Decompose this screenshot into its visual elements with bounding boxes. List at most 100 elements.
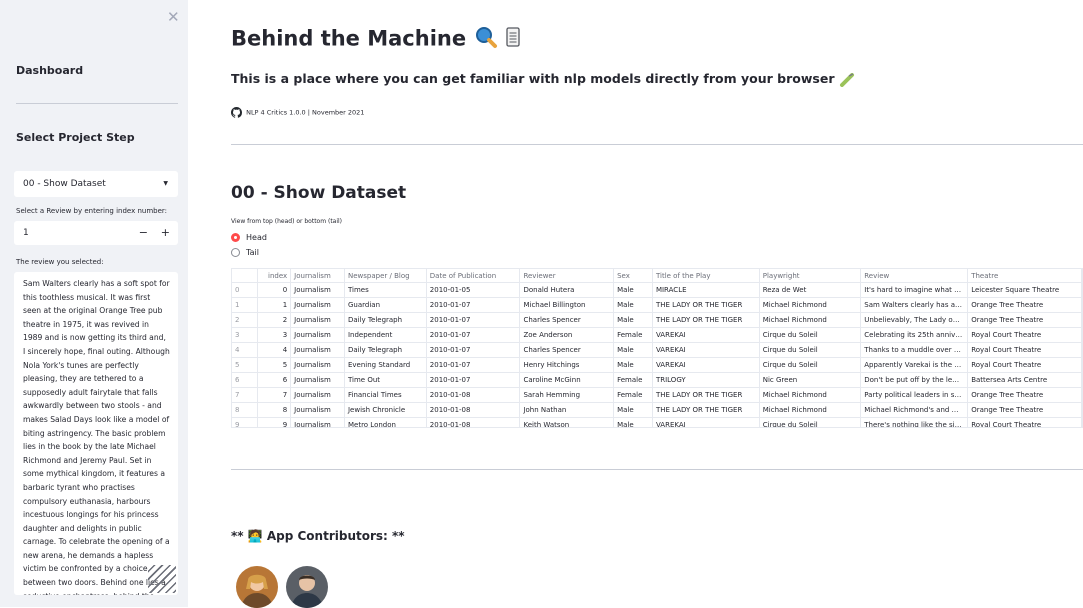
table-cell: Don't be put off by the le… (860, 372, 969, 388)
radio-tail-label: Tail (246, 248, 259, 257)
table-cell: Male (613, 402, 653, 418)
table-cell: 2010-01-07 (426, 372, 521, 388)
table-row[interactable]: 3 3 Journalism Independent 2010-01-07 Zoe And… (232, 327, 1082, 343)
column-header[interactable]: Title of the Play (652, 269, 760, 283)
table-cell: Jewish Chronicle (344, 402, 427, 418)
table-cell: Orange Tree Theatre (967, 387, 1082, 403)
table-cell: 2 (257, 312, 292, 328)
column-header[interactable]: Reviewer (519, 269, 615, 283)
table-cell: VAREKAI (652, 417, 760, 427)
column-header[interactable]: Review (860, 269, 969, 283)
review-label: The review you selected: (16, 258, 104, 266)
table-cell: Times (344, 282, 427, 298)
table-row[interactable]: 7 7 Journalism Financial Times 2010-01-08 Sar… (232, 387, 1082, 403)
table-row[interactable]: 0 0 Journalism Times 2010-01-05 Donald Hutera… (232, 282, 1082, 298)
header-divider (231, 144, 1083, 145)
table-cell: THE LADY OR THE TIGER (652, 387, 760, 403)
notepad-icon (506, 27, 520, 52)
page-title-row: Behind the Machine (231, 25, 520, 54)
review-textarea[interactable]: Sam Walters clearly has a soft spot for … (14, 272, 178, 595)
test-tube-icon (839, 71, 855, 87)
table-cell: Male (613, 312, 653, 328)
table-cell: Time Out (344, 372, 427, 388)
table-body: 0 0 Journalism Times 2010-01-05 Donald Hutera… (232, 282, 1082, 427)
table-cell: 5 (257, 357, 292, 373)
table-cell: Michael Richmond's and … (860, 402, 969, 418)
view-radio-label: View from top (head) or bottom (tail) (231, 218, 343, 225)
data-table: index Journalism Newspaper / Blog Date of P… (232, 269, 1082, 427)
decrement-button[interactable]: − (139, 221, 148, 245)
table-row[interactable]: 9 9 Journalism Metro London 2010-01-08 Keith … (232, 417, 1082, 427)
close-icon[interactable]: ✕ (167, 8, 180, 26)
contributors-heading: ** 🧑‍💻 App Contributors: ** (231, 529, 405, 543)
table-cell: MIRACLE (652, 282, 760, 298)
sidebar-dashboard-heading: Dashboard (16, 64, 84, 77)
table-cell: 2010-01-05 (426, 282, 521, 298)
column-header[interactable]: Newspaper / Blog (344, 269, 427, 283)
table-cell: Battersea Arts Centre (967, 372, 1082, 388)
table-cell: 5 (232, 357, 259, 373)
resize-handle-icon[interactable] (148, 565, 176, 593)
table-cell: Journalism (290, 417, 345, 427)
column-header[interactable] (232, 269, 259, 283)
table-cell: 9 (232, 417, 259, 427)
chevron-down-icon: ▼ (163, 180, 168, 187)
table-cell: Financial Times (344, 387, 427, 403)
table-cell: Journalism (290, 282, 345, 298)
table-cell: THE LADY OR THE TIGER (652, 312, 760, 328)
table-row[interactable]: 6 6 Journalism Time Out 2010-01-07 Caroline M… (232, 372, 1082, 388)
table-cell: John Nathan (519, 402, 615, 418)
table-header-row: index Journalism Newspaper / Blog Date of P… (232, 269, 1082, 283)
table-cell: Male (613, 342, 653, 358)
table-row[interactable]: 8 8 Journalism Jewish Chronicle 2010-01-08 Jo… (232, 402, 1082, 418)
radio-head[interactable]: Head (231, 233, 267, 242)
table-cell: Henry Hitchings (519, 357, 615, 373)
table-cell: Leicester Square Theatre (967, 282, 1082, 298)
table-row[interactable]: 2 2 Journalism Daily Telegraph 2010-01-07 Cha… (232, 312, 1082, 328)
page-subtitle: This is a place where you can get famili… (231, 71, 835, 86)
radio-unselected-icon[interactable] (231, 248, 240, 257)
table-cell: Charles Spencer (519, 342, 615, 358)
radio-head-label: Head (246, 233, 267, 242)
table-cell: Metro London (344, 417, 427, 427)
radio-selected-icon[interactable] (231, 233, 240, 242)
column-header[interactable]: Theatre (967, 269, 1082, 283)
index-value[interactable]: 1 (23, 221, 29, 245)
table-cell: 3 (257, 327, 292, 343)
column-header[interactable]: index (257, 269, 292, 283)
table-cell: Guardian (344, 297, 427, 313)
column-header[interactable]: Playwright (759, 269, 862, 283)
table-cell: 2010-01-07 (426, 327, 521, 343)
column-header[interactable]: Date of Publication (426, 269, 521, 283)
column-header[interactable]: Journalism (290, 269, 345, 283)
review-text: Sam Walters clearly has a soft spot for … (23, 279, 170, 595)
table-cell: Michael Richmond (759, 297, 862, 313)
table-cell: 2010-01-07 (426, 357, 521, 373)
table-cell: Michael Richmond (759, 387, 862, 403)
table-cell: THE LADY OR THE TIGER (652, 402, 760, 418)
table-row[interactable]: 4 4 Journalism Daily Telegraph 2010-01-07 Cha… (232, 342, 1082, 358)
table-row[interactable]: 1 1 Journalism Guardian 2010-01-07 Michael Bi… (232, 297, 1082, 313)
github-icon[interactable] (231, 107, 243, 118)
column-header[interactable]: Sex (613, 269, 653, 283)
table-cell: Royal Court Theatre (967, 357, 1082, 373)
table-cell: Keith Watson (519, 417, 615, 427)
table-cell: Cirque du Soleil (759, 417, 862, 427)
index-number-input[interactable]: 1 − + (14, 221, 178, 245)
table-cell: Michael Richmond (759, 312, 862, 328)
table-cell: Female (613, 327, 653, 343)
table-cell: Michael Billington (519, 297, 615, 313)
table-cell: Royal Court Theatre (967, 342, 1082, 358)
project-step-value: 00 - Show Dataset (23, 179, 106, 189)
increment-button[interactable]: + (161, 221, 170, 245)
table-row[interactable]: 5 5 Journalism Evening Standard 2010-01-07 He… (232, 357, 1082, 373)
radio-tail[interactable]: Tail (231, 248, 259, 257)
table-cell: 6 (232, 372, 259, 388)
table-cell: 7 (257, 387, 292, 403)
sidebar: ✕ Dashboard Select Project Step 00 - Sho… (0, 0, 188, 607)
table-cell: VAREKAI (652, 327, 760, 343)
project-step-select[interactable]: 00 - Show Dataset ▼ (14, 171, 178, 197)
dataframe[interactable]: index Journalism Newspaper / Blog Date of P… (231, 268, 1083, 428)
table-cell: Daily Telegraph (344, 312, 427, 328)
table-cell: Apparently Varekai is the … (860, 357, 969, 373)
